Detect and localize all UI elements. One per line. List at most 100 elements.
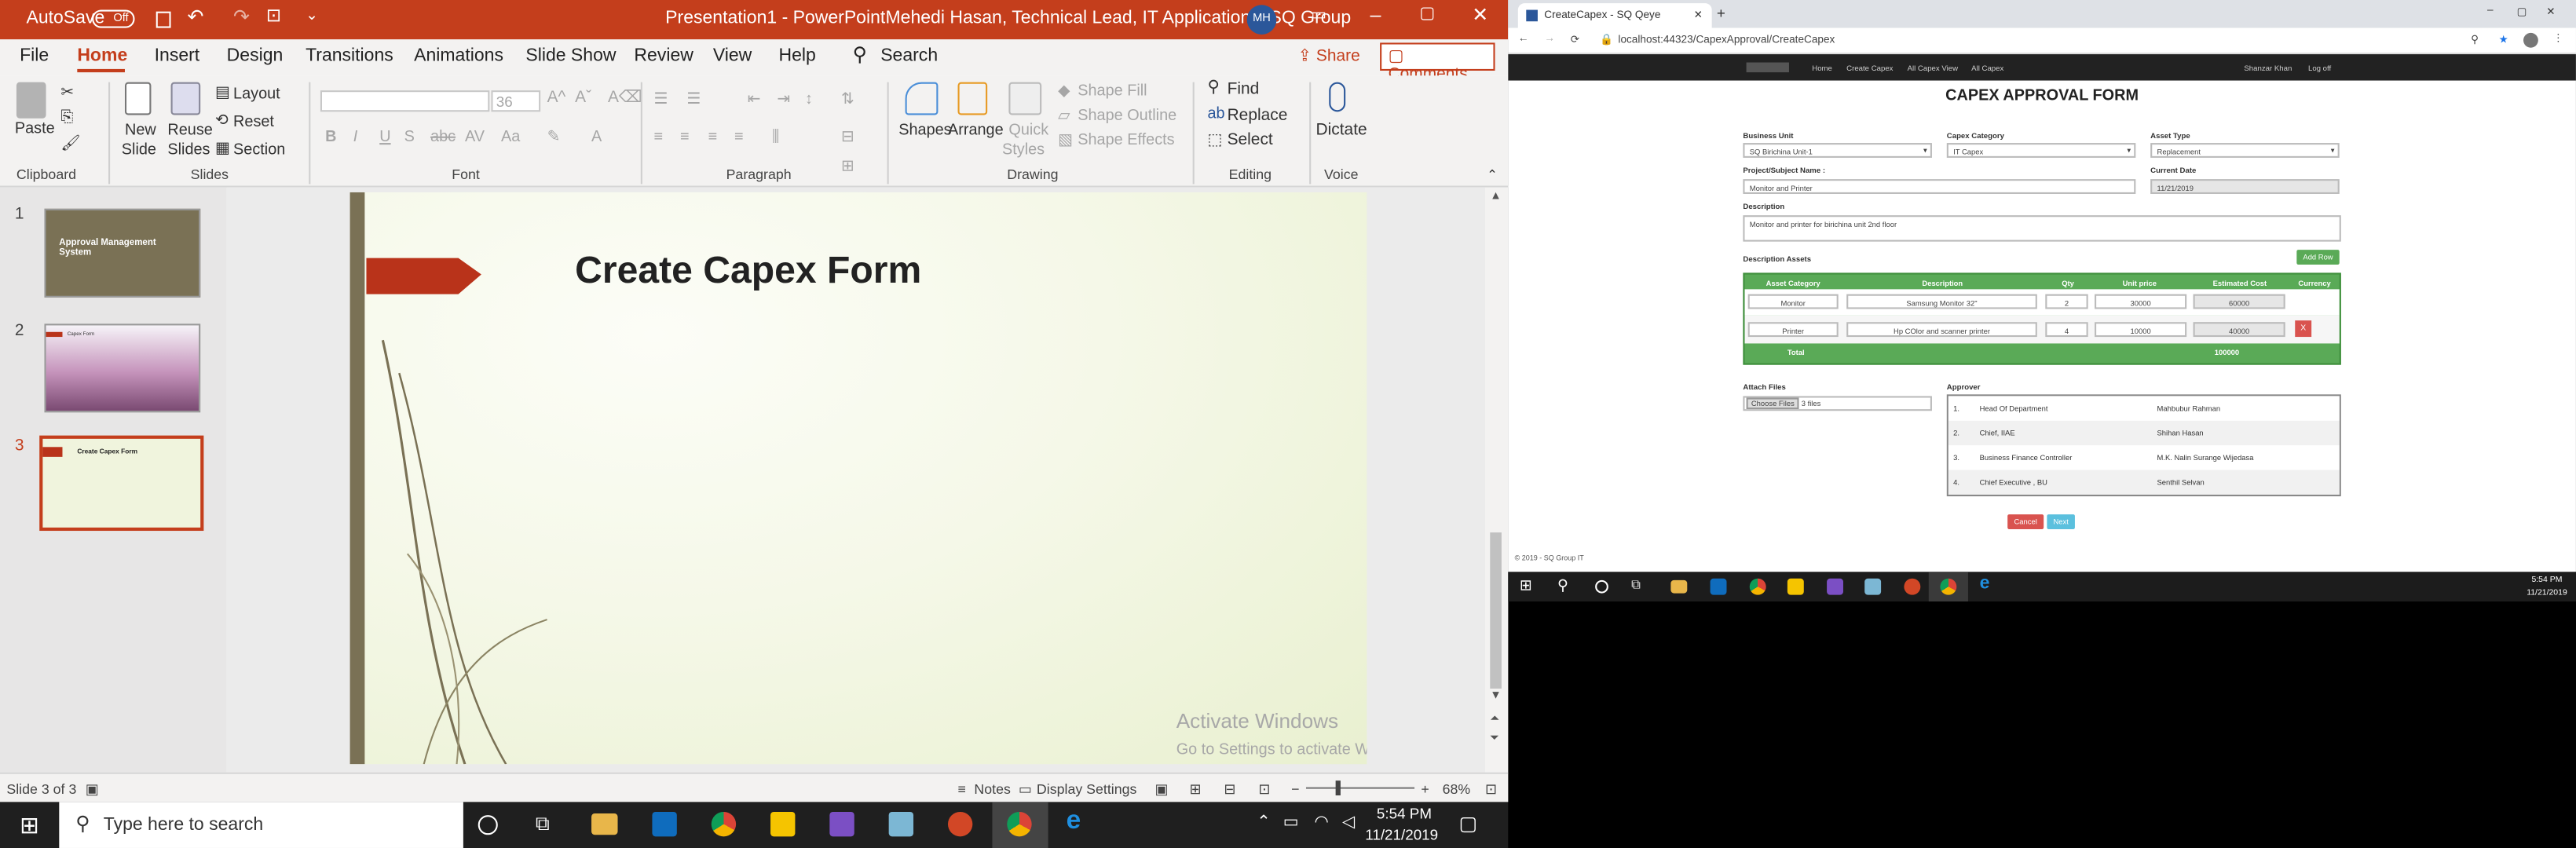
layout-button[interactable]: Layout xyxy=(233,86,280,104)
tab-insert[interactable]: Insert xyxy=(155,46,200,66)
reuse-slides-label-2[interactable]: Slides xyxy=(167,141,210,159)
new-slide-icon[interactable] xyxy=(124,82,152,115)
tab-help[interactable]: Help xyxy=(779,46,816,66)
minimize-icon[interactable]: – xyxy=(1370,3,1381,26)
justify-icon[interactable]: ≡ xyxy=(734,128,744,146)
paste-icon[interactable] xyxy=(16,82,46,119)
quick-styles-label-2[interactable]: Styles xyxy=(1002,141,1045,159)
secondary-clock-date[interactable]: 11/21/2019 xyxy=(2527,588,2567,598)
ribbon-display-icon[interactable]: ▭ xyxy=(1311,6,1326,24)
align-right-icon[interactable]: ≡ xyxy=(708,128,718,146)
asset-type-select[interactable]: Replacement ▾ xyxy=(2150,143,2340,158)
chrome-icon[interactable] xyxy=(1749,578,1766,595)
paste-label[interactable]: Paste xyxy=(15,120,55,138)
cortana-icon[interactable] xyxy=(1595,579,1608,594)
quick-styles-icon[interactable] xyxy=(1008,82,1042,115)
increase-indent-icon[interactable]: ⇥ xyxy=(777,90,790,108)
display-settings-button[interactable]: Display Settings xyxy=(1037,780,1137,797)
find-button[interactable]: Find xyxy=(1228,81,1260,99)
spell-check-icon[interactable]: ▣ xyxy=(86,780,99,799)
underline-icon[interactable]: U xyxy=(379,128,390,146)
menu-icon[interactable]: ⋮ xyxy=(2553,31,2564,45)
edge-icon[interactable]: e xyxy=(1067,807,1081,837)
tab-animations[interactable]: Animations xyxy=(414,46,503,66)
bold-icon[interactable]: B xyxy=(325,128,336,146)
bookmark-star-icon[interactable]: ★ xyxy=(2499,33,2508,46)
collapse-ribbon-icon[interactable]: ⌃ xyxy=(1487,167,1498,182)
minimize-icon[interactable]: – xyxy=(2487,5,2494,16)
shape-fill-button[interactable]: Shape Fill xyxy=(1078,82,1147,101)
file-explorer-icon[interactable] xyxy=(591,813,618,835)
align-text-icon[interactable]: ⊟ xyxy=(841,128,854,146)
slide-thumbnail-2[interactable]: Capex Form xyxy=(44,323,201,413)
scroll-down-icon[interactable]: ▼ xyxy=(1490,690,1502,702)
notepad-icon[interactable] xyxy=(1864,578,1882,595)
maximize-icon[interactable]: ▢ xyxy=(2517,5,2527,18)
clear-format-icon[interactable]: A⌫ xyxy=(608,89,642,107)
sql-tool-icon[interactable] xyxy=(770,811,796,837)
autosave-toggle[interactable]: Off xyxy=(92,9,135,28)
scroll-thumb[interactable] xyxy=(1490,532,1502,689)
sql-tool-icon[interactable] xyxy=(1787,578,1804,595)
strikethrough-icon[interactable]: abc xyxy=(430,128,456,146)
volume-icon[interactable]: ◁ xyxy=(1342,813,1355,832)
site-logo[interactable] xyxy=(1746,62,1789,73)
tab-slide-show[interactable]: Slide Show xyxy=(525,46,616,66)
reset-button[interactable]: Reset xyxy=(233,113,274,131)
windows-start-icon[interactable]: ⊞ xyxy=(20,812,39,840)
search-icon[interactable]: ⚲ xyxy=(1557,577,1568,595)
tab-view[interactable]: View xyxy=(713,46,752,66)
slideshow-icon[interactable]: ⊡ xyxy=(1258,780,1270,799)
redo-icon[interactable]: ↷ xyxy=(233,5,250,27)
qty-input[interactable]: 2 xyxy=(2045,294,2088,309)
new-slide-label[interactable]: New xyxy=(125,122,156,140)
slide-sorter-icon[interactable]: ⊞ xyxy=(1189,780,1201,799)
nav-all-capex[interactable]: All Capex xyxy=(1971,64,2003,72)
outlook-icon[interactable] xyxy=(652,811,677,837)
replace-button[interactable]: Replace xyxy=(1228,107,1288,125)
remove-row-button[interactable]: X xyxy=(2295,320,2312,338)
customize-qat-icon[interactable]: ⌄ xyxy=(306,6,318,24)
reload-icon[interactable]: ⟳ xyxy=(1571,33,1579,46)
task-view-icon[interactable]: ⧉ xyxy=(1631,577,1641,594)
reuse-slides-label[interactable]: Reuse xyxy=(167,122,212,140)
shadow-icon[interactable]: S xyxy=(404,128,415,146)
italic-icon[interactable]: I xyxy=(353,128,358,146)
address-bar[interactable]: localhost:44323/CapexApproval/CreateCape… xyxy=(1618,35,1835,46)
new-tab-icon[interactable]: + xyxy=(1717,5,1725,21)
slide-thumbnail-1[interactable]: Approval Management System xyxy=(44,208,201,298)
zoom-out-icon[interactable]: − xyxy=(1291,780,1299,797)
tab-home[interactable]: Home xyxy=(77,46,127,66)
outlook-icon[interactable] xyxy=(1710,578,1727,595)
description-textarea[interactable]: Monitor and printer for birichina unit 2… xyxy=(1743,215,2341,242)
browser-tab[interactable]: CreateCapex - SQ Qeye ✕ xyxy=(1517,3,1712,28)
numbering-icon[interactable]: ☰ xyxy=(686,90,701,108)
tab-review[interactable]: Review xyxy=(634,46,693,66)
font-size-select[interactable]: 36 xyxy=(491,90,541,112)
visual-studio-icon[interactable] xyxy=(1827,578,1843,595)
arrange-button[interactable]: Arrange xyxy=(948,122,1004,140)
shapes-icon[interactable] xyxy=(905,82,939,115)
task-view-icon[interactable]: ⧉ xyxy=(536,812,550,836)
fit-slide-icon[interactable]: ⊡ xyxy=(1485,780,1497,799)
taskbar-search-box[interactable]: ⚲ Type here to search xyxy=(59,802,463,848)
maximize-icon[interactable]: ▢ xyxy=(1419,5,1435,23)
align-center-icon[interactable]: ≡ xyxy=(680,128,690,146)
shape-outline-button[interactable]: Shape Outline xyxy=(1078,107,1176,125)
log-off-link[interactable]: Log off xyxy=(2308,64,2331,72)
arrange-icon[interactable] xyxy=(957,82,988,115)
file-explorer-icon[interactable] xyxy=(1670,579,1688,594)
line-spacing-icon[interactable]: ↕ xyxy=(805,90,813,108)
back-icon[interactable]: ← xyxy=(1518,33,1529,45)
nav-all-capex-view[interactable]: All Capex View xyxy=(1908,64,1958,72)
microphone-icon[interactable] xyxy=(1329,82,1346,112)
tab-transitions[interactable]: Transitions xyxy=(306,46,393,66)
scroll-up-icon[interactable]: ▲ xyxy=(1490,191,1502,203)
unit-price-input[interactable]: 30000 xyxy=(2095,294,2187,309)
asset-description-input[interactable]: Samsung Monitor 32" xyxy=(1846,294,2037,309)
vertical-scrollbar[interactable]: ▲ ▼ ⏶ ⏷ xyxy=(1484,187,1509,773)
copy-icon[interactable]: ⎘ xyxy=(60,108,73,126)
text-direction-icon[interactable]: ⇅ xyxy=(841,90,854,108)
close-tab-icon[interactable]: ✕ xyxy=(1694,8,1703,22)
file-input[interactable]: Choose Files 3 files xyxy=(1743,396,1932,411)
